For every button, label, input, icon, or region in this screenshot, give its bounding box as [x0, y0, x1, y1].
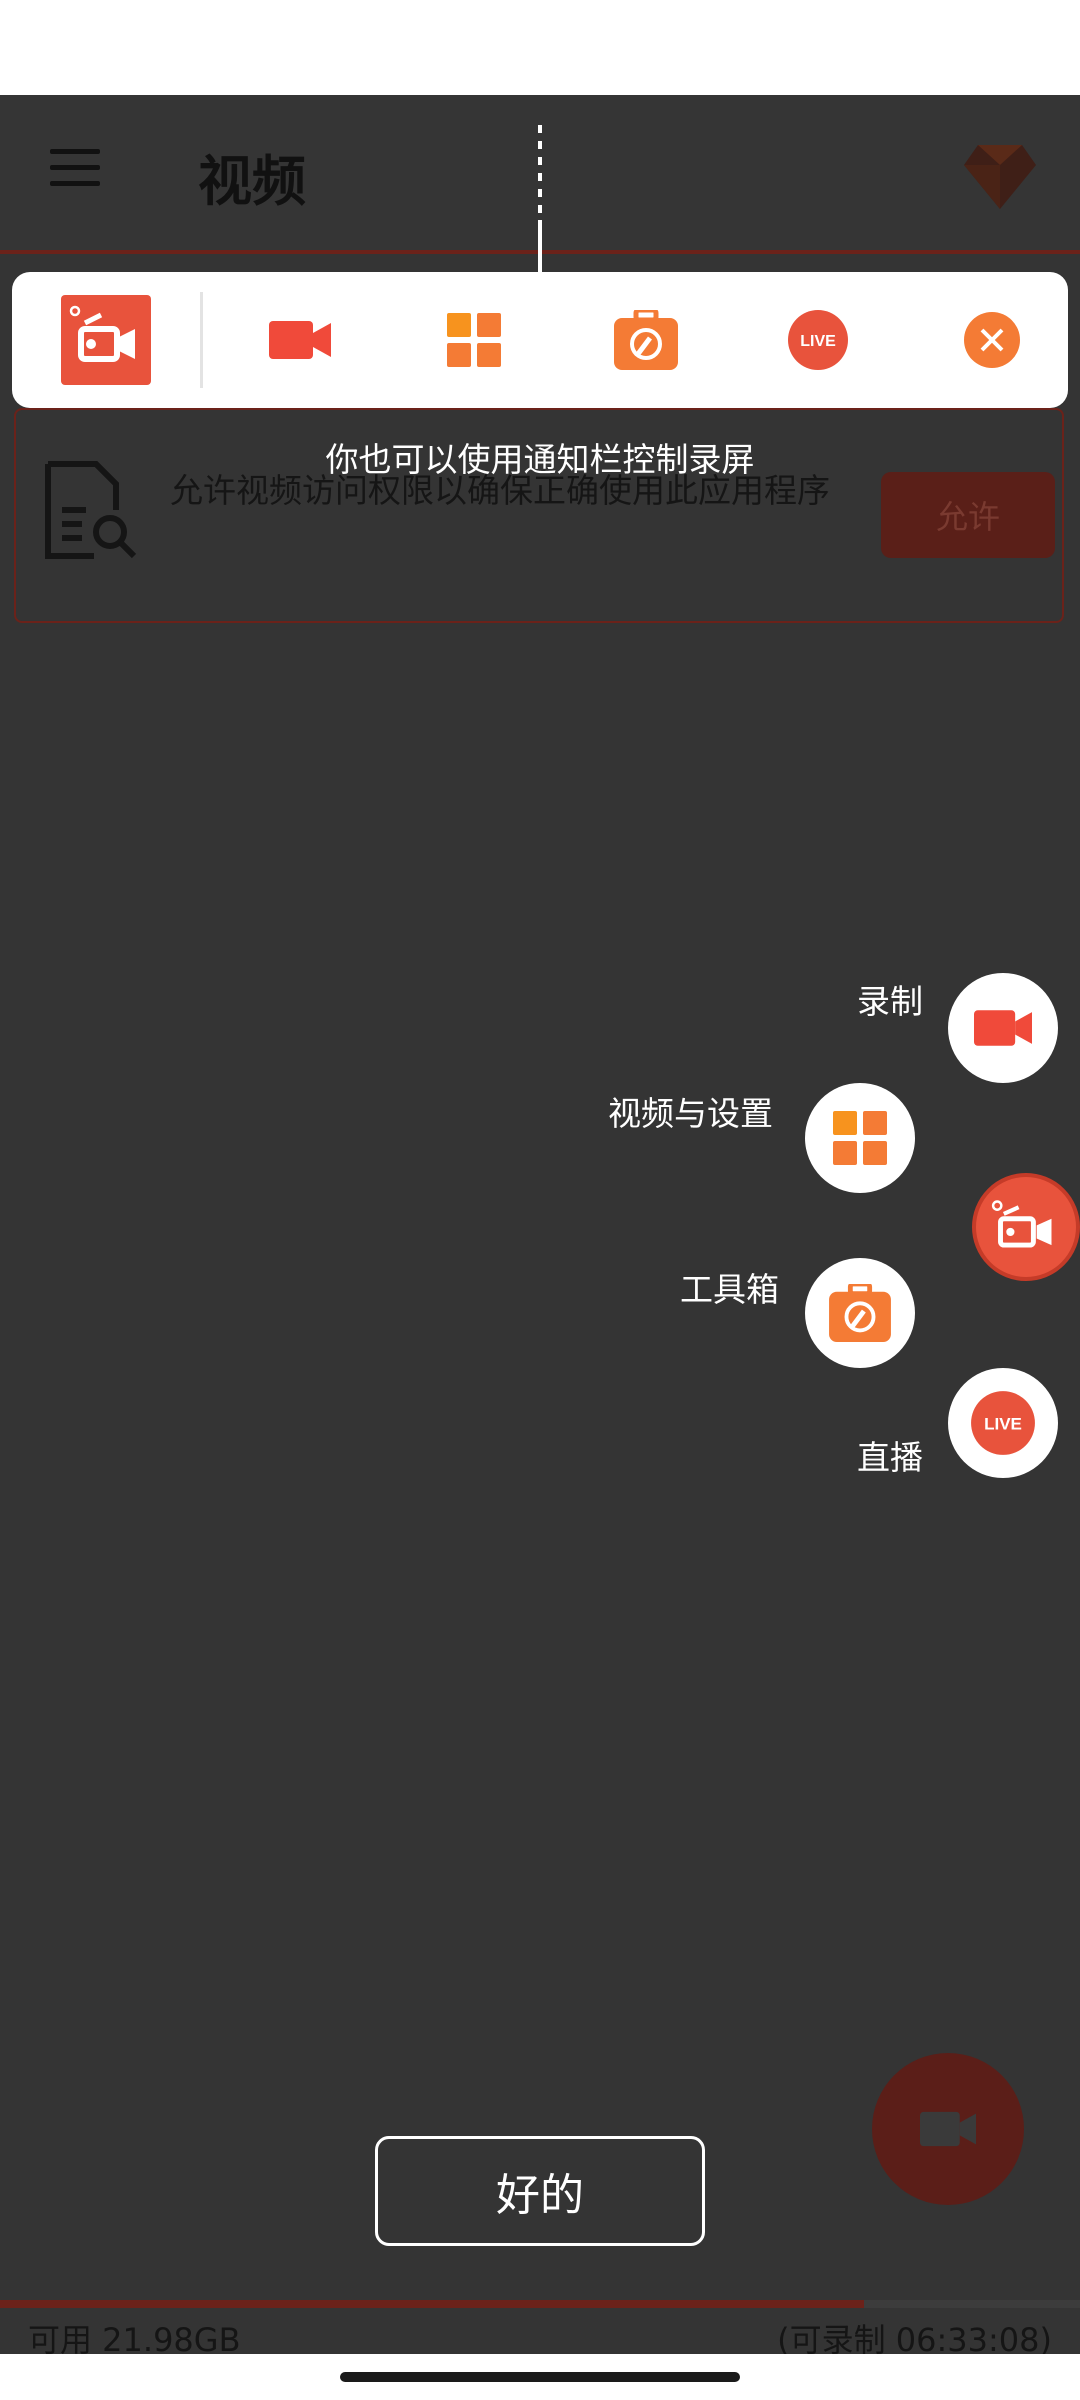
- fab-record-button[interactable]: [948, 973, 1058, 1083]
- toolbox-icon: [829, 1284, 891, 1342]
- grid-icon: [833, 1111, 887, 1165]
- record-video-icon[interactable]: [254, 294, 346, 386]
- menu-icon-line: [50, 181, 100, 186]
- record-fab[interactable]: [872, 2053, 1024, 2205]
- panel-divider: [200, 292, 203, 388]
- ok-button[interactable]: 好的: [375, 2136, 705, 2246]
- live-text: LIVE: [800, 333, 836, 350]
- fab-live-button[interactable]: LIVE: [948, 1368, 1058, 1478]
- storage-available: 可用 21.98GB: [28, 2321, 241, 2354]
- notification-hint: 你也可以使用通知栏控制录屏: [325, 440, 755, 479]
- toolbox-icon[interactable]: [600, 294, 692, 386]
- close-icon[interactable]: [946, 294, 1038, 386]
- navigation-bar: [0, 2354, 1080, 2400]
- menu-icon-line: [50, 165, 100, 170]
- allow-button[interactable]: 允许: [881, 472, 1055, 558]
- app-logo-icon: [991, 1200, 1052, 1248]
- app-logo-icon[interactable]: [60, 294, 152, 386]
- fab-label-live[interactable]: 直播: [857, 1431, 923, 1479]
- premium-gem-icon[interactable]: [962, 137, 1038, 213]
- live-icon[interactable]: LIVE: [772, 294, 864, 386]
- grid-icon[interactable]: [428, 294, 520, 386]
- app-window: 视频 允许视频访问权限以确保正确使用此应用程序 允许 LIVE 你也可以使用通知…: [0, 95, 1080, 2354]
- fab-label-toolbox[interactable]: 工具箱: [680, 1263, 779, 1311]
- storage-progress-fill: [0, 2300, 864, 2308]
- notification-control-panel: LIVE: [12, 272, 1068, 408]
- page-title: 视频: [198, 150, 306, 213]
- record-video-icon: [974, 1010, 1032, 1046]
- record-video-icon: [920, 2111, 976, 2147]
- live-icon: LIVE: [971, 1391, 1035, 1455]
- home-indicator[interactable]: [340, 2372, 740, 2382]
- fab-toolbox-button[interactable]: [805, 1258, 915, 1368]
- fab-videos-settings-button[interactable]: [805, 1083, 915, 1193]
- live-text: LIVE: [984, 1414, 1022, 1433]
- storage-progress-bar: [0, 2300, 1080, 2308]
- status-bar: [0, 0, 1080, 95]
- fab-label-videos-settings[interactable]: 视频与设置: [608, 1087, 773, 1135]
- fab-label-record[interactable]: 录制: [857, 975, 923, 1023]
- floating-recorder-button[interactable]: [972, 1173, 1080, 1281]
- storage-recordable: (可录制 06:33:08): [777, 2321, 1052, 2354]
- menu-icon: [50, 149, 100, 154]
- menu-button[interactable]: [46, 147, 106, 193]
